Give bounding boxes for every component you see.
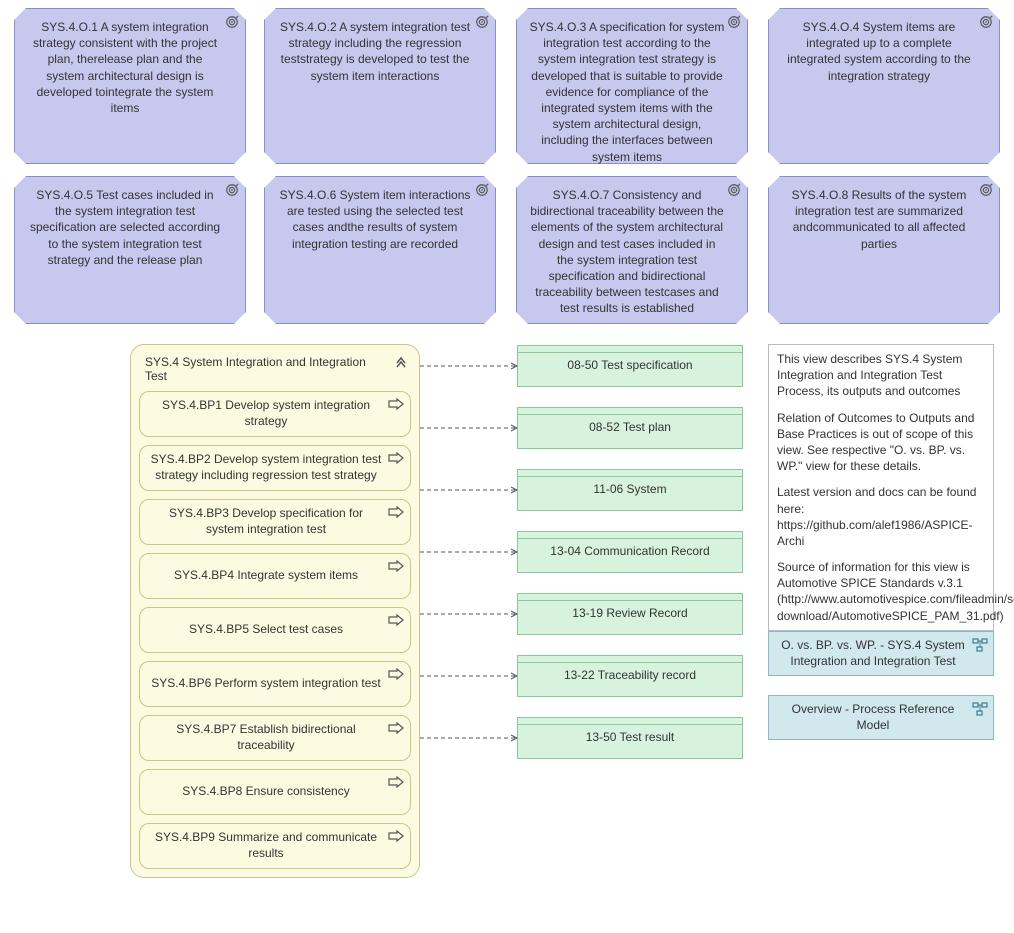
bp-sys4bp8[interactable]: SYS.4.BP8 Ensure consistency	[139, 769, 411, 815]
target-icon	[979, 15, 993, 29]
link-o-vs-bp-vs-wp[interactable]: O. vs. BP. vs. WP. - SYS.4 System Integr…	[768, 631, 994, 676]
outcome-text: SYS.4.O.3 A specification for system int…	[530, 20, 725, 164]
target-icon	[727, 183, 741, 197]
outcome-text: SYS.4.O.7 Consistency and bidirectional …	[530, 188, 723, 315]
note-p3: Latest version and docs can be found her…	[777, 484, 985, 549]
arrow-icon	[388, 506, 404, 518]
outcome-sys4o1[interactable]: SYS.4.O.1 A system integration strategy …	[14, 8, 246, 164]
arrow-icon	[388, 398, 404, 410]
arrow-icon	[388, 830, 404, 842]
output-11-06[interactable]: 11-06 System	[517, 469, 743, 511]
output-text: 13-19 Review Record	[572, 606, 687, 622]
target-icon	[475, 183, 489, 197]
bp-text: SYS.4.BP8 Ensure consistency	[182, 784, 349, 800]
link-overview-prm[interactable]: Overview - Process Reference Model	[768, 695, 994, 740]
output-13-04[interactable]: 13-04 Communication Record	[517, 531, 743, 573]
note-p4: Source of information for this view is A…	[777, 559, 985, 624]
note-p1: This view describes SYS.4 System Integra…	[777, 351, 985, 400]
outcome-sys4o3[interactable]: SYS.4.O.3 A specification for system int…	[516, 8, 748, 164]
diagram-canvas: SYS.4.O.1 A system integration strategy …	[0, 0, 1014, 933]
output-text: 13-50 Test result	[586, 730, 675, 746]
bp-text: SYS.4.BP1 Develop system integration str…	[150, 398, 382, 429]
arrow-icon	[388, 560, 404, 572]
bp-sys4bp7[interactable]: SYS.4.BP7 Establish bidirectional tracea…	[139, 715, 411, 761]
bp-sys4bp2[interactable]: SYS.4.BP2 Develop system integration tes…	[139, 445, 411, 491]
outcome-text: SYS.4.O.8 Results of the system integrat…	[792, 188, 967, 251]
output-text: 11-06 System	[593, 482, 666, 498]
bp-sys4bp1[interactable]: SYS.4.BP1 Develop system integration str…	[139, 391, 411, 437]
view-icon	[972, 637, 988, 653]
output-13-22[interactable]: 13-22 Traceability record	[517, 655, 743, 697]
bp-text: SYS.4.BP3 Develop specification for syst…	[150, 506, 382, 537]
target-icon	[727, 15, 741, 29]
outcome-text: SYS.4.O.6 System item interactions are t…	[280, 188, 471, 251]
link-text: O. vs. BP. vs. WP. - SYS.4 System Integr…	[779, 638, 967, 669]
target-icon	[475, 15, 489, 29]
bp-text: SYS.4.BP6 Perform system integration tes…	[151, 676, 380, 692]
output-text: 08-52 Test plan	[589, 420, 671, 436]
output-13-19[interactable]: 13-19 Review Record	[517, 593, 743, 635]
bp-sys4bp4[interactable]: SYS.4.BP4 Integrate system items	[139, 553, 411, 599]
outcome-sys4o8[interactable]: SYS.4.O.8 Results of the system integrat…	[768, 176, 1000, 324]
target-icon	[225, 15, 239, 29]
output-08-52[interactable]: 08-52 Test plan	[517, 407, 743, 449]
bp-sys4bp6[interactable]: SYS.4.BP6 Perform system integration tes…	[139, 661, 411, 707]
outcome-sys4o7[interactable]: SYS.4.O.7 Consistency and bidirectional …	[516, 176, 748, 324]
bp-text: SYS.4.BP5 Select test cases	[189, 622, 343, 638]
output-text: 08-50 Test specification	[567, 358, 692, 374]
outcome-sys4o5[interactable]: SYS.4.O.5 Test cases included in the sys…	[14, 176, 246, 324]
process-header: SYS.4 System Integration and Integration…	[139, 353, 411, 391]
arrow-icon	[388, 722, 404, 734]
bp-text: SYS.4.BP9 Summarize and communicate resu…	[150, 830, 382, 861]
bp-text: SYS.4.BP4 Integrate system items	[174, 568, 358, 584]
target-icon	[225, 183, 239, 197]
bp-sys4bp3[interactable]: SYS.4.BP3 Develop specification for syst…	[139, 499, 411, 545]
note-p2: Relation of Outcomes to Outputs and Base…	[777, 410, 985, 475]
output-text: 13-22 Traceability record	[564, 668, 696, 684]
outcome-text: SYS.4.O.5 Test cases included in the sys…	[30, 188, 220, 267]
bp-sys4bp9[interactable]: SYS.4.BP9 Summarize and communicate resu…	[139, 823, 411, 869]
outcome-sys4o2[interactable]: SYS.4.O.2 A system integration test stra…	[264, 8, 496, 164]
bp-sys4bp5[interactable]: SYS.4.BP5 Select test cases	[139, 607, 411, 653]
process-title: SYS.4 System Integration and Integration…	[145, 355, 366, 383]
collapse-icon[interactable]	[393, 353, 409, 369]
bp-text: SYS.4.BP2 Develop system integration tes…	[150, 452, 382, 483]
bp-text: SYS.4.BP7 Establish bidirectional tracea…	[150, 722, 382, 753]
view-icon	[972, 701, 988, 717]
arrow-icon	[388, 452, 404, 464]
description-note: This view describes SYS.4 System Integra…	[768, 344, 994, 631]
outcome-text: SYS.4.O.2 A system integration test stra…	[280, 20, 470, 83]
outcome-sys4o4[interactable]: SYS.4.O.4 System items are integrated up…	[768, 8, 1000, 164]
outcome-text: SYS.4.O.1 A system integration strategy …	[33, 20, 217, 115]
arrow-icon	[388, 668, 404, 680]
output-text: 13-04 Communication Record	[550, 544, 709, 560]
outcome-text: SYS.4.O.4 System items are integrated up…	[787, 20, 970, 83]
output-13-50[interactable]: 13-50 Test result	[517, 717, 743, 759]
output-08-50[interactable]: 08-50 Test specification	[517, 345, 743, 387]
link-text: Overview - Process Reference Model	[779, 702, 967, 733]
process-sys4[interactable]: SYS.4 System Integration and Integration…	[130, 344, 420, 878]
arrow-icon	[388, 614, 404, 626]
target-icon	[979, 183, 993, 197]
outcome-sys4o6[interactable]: SYS.4.O.6 System item interactions are t…	[264, 176, 496, 324]
arrow-icon	[388, 776, 404, 788]
